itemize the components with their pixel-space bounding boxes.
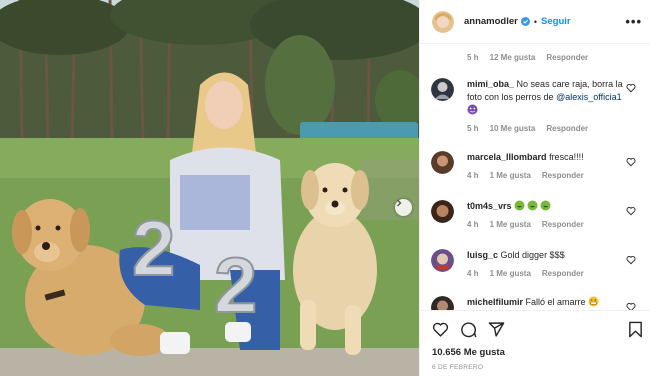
avatar[interactable]	[431, 78, 454, 101]
comment-meta: 4 h 1 Me gusta Responder	[467, 169, 625, 182]
comment-meta: 5 h 12 Me gusta Responder	[467, 53, 588, 62]
reply-button[interactable]: Responder	[542, 218, 584, 231]
reply-button[interactable]: Responder	[546, 122, 588, 135]
comment-time: 5 h	[467, 124, 479, 133]
svg-text:2: 2	[132, 204, 175, 292]
comment-likes[interactable]: 12 Me gusta	[490, 53, 536, 62]
comment-time: 4 h	[467, 171, 479, 180]
like-comment-heart-icon[interactable]	[626, 302, 636, 310]
more-options-icon[interactable]: •••	[625, 14, 642, 29]
comment-likes[interactable]: 1 Me gusta	[490, 218, 531, 231]
comment-text: fresca!!!!	[549, 152, 584, 162]
next-photo-button[interactable]	[395, 199, 412, 216]
like-comment-heart-icon[interactable]	[626, 206, 636, 216]
post-username[interactable]: annamodler	[464, 16, 518, 27]
likes-count[interactable]: 10.656 Me gusta	[432, 347, 505, 358]
comment-likes[interactable]: 1 Me gusta	[490, 267, 531, 280]
save-bookmark-icon[interactable]	[628, 321, 643, 338]
grimacing-face-emoji-icon	[588, 296, 599, 307]
comment-time: 4 h	[467, 220, 479, 229]
comment-icon[interactable]	[460, 321, 477, 338]
comment-meta: 5 h 10 Me gusta Responder	[467, 122, 625, 135]
comment-meta: 4 h 1 Me gusta Responder	[467, 267, 625, 280]
reply-button[interactable]: Responder	[542, 169, 584, 182]
comment-username[interactable]: t0m4s_vrs	[467, 201, 512, 211]
purple-face-emoji-icon	[467, 104, 478, 115]
reply-button[interactable]: Responder	[542, 267, 584, 280]
avatar[interactable]	[431, 296, 454, 310]
comment-body: michelfilumir Falló el amarre	[467, 296, 625, 309]
separator-dot: •	[533, 16, 538, 27]
avatar[interactable]	[432, 10, 454, 33]
comment-time: 4 h	[467, 269, 479, 278]
comments-list[interactable]: 5 h 12 Me gusta Responder mimi_oba_ No s…	[420, 44, 650, 310]
follow-button[interactable]: Seguir	[541, 16, 571, 27]
comment-body: mimi_oba_ No seas care raja, borra la fo…	[467, 78, 625, 135]
avatar[interactable]	[431, 249, 454, 272]
avatar[interactable]	[431, 200, 454, 223]
share-icon[interactable]	[488, 321, 505, 338]
chevron-right-icon	[397, 199, 402, 207]
post-actions: 10.656 Me gusta 6 DE FEBRERO	[420, 310, 650, 376]
post-date: 6 DE FEBRERO	[432, 364, 484, 371]
post-sidebar: annamodler • Seguir ••• 5 h 12 Me gusta …	[419, 0, 650, 376]
like-heart-icon[interactable]	[432, 321, 449, 338]
avatar[interactable]	[431, 151, 454, 174]
post-image: 2 2	[0, 0, 419, 376]
like-comment-heart-icon[interactable]	[626, 83, 636, 93]
comment-time: 5 h	[467, 53, 479, 62]
verified-badge-icon	[520, 17, 530, 26]
comment-likes[interactable]: 10 Me gusta	[490, 122, 536, 135]
comment-body: marcela_lllombard fresca!!!! 4 h 1 Me gu…	[467, 151, 625, 182]
post-photo[interactable]: 2 2	[0, 0, 419, 376]
comment-likes[interactable]: 1 Me gusta	[490, 169, 531, 182]
comment-body: t0m4s_vrs 4 h 1 Me gusta Responder	[467, 200, 625, 231]
comment-mention[interactable]: @alexis_officia1	[556, 92, 622, 102]
comment-body: luisg_c Gold digger $$$ 4 h 1 Me gusta R…	[467, 249, 625, 280]
comment-username[interactable]: marcela_lllombard	[467, 152, 547, 162]
comment-username[interactable]: michelfilumir	[467, 297, 523, 307]
svg-text:2: 2	[214, 241, 257, 329]
comment-username[interactable]: luisg_c	[467, 250, 498, 260]
post-header: annamodler • Seguir •••	[420, 0, 650, 44]
like-comment-heart-icon[interactable]	[626, 157, 636, 167]
like-comment-heart-icon[interactable]	[626, 255, 636, 265]
reply-button[interactable]: Responder	[546, 53, 588, 62]
green-laughing-faces-emoji-icon	[514, 200, 551, 211]
comment-text: Gold digger $$$	[500, 250, 565, 260]
comment-text: Falló el amarre	[525, 297, 586, 307]
comment-meta: 4 h 1 Me gusta Responder	[467, 218, 625, 231]
comment-username[interactable]: mimi_oba_	[467, 79, 514, 89]
